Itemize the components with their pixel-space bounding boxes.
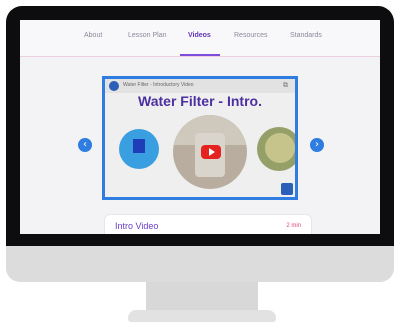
video-title[interactable]: Water Filter - Introductory Video <box>123 82 194 88</box>
next-arrow-icon[interactable]: › <box>310 138 324 152</box>
play-button-icon[interactable] <box>201 145 221 159</box>
tab-videos[interactable]: Videos <box>188 32 211 39</box>
thumbnail-right <box>257 127 295 171</box>
monitor-bezel: About Lesson Plan Videos Resources Stand… <box>6 6 394 246</box>
thumbnail-left <box>119 129 159 169</box>
top-nav: About Lesson Plan Videos Resources Stand… <box>20 20 380 57</box>
video-overlay-title: Water Filter - Intro. <box>138 93 262 109</box>
tab-standards[interactable]: Standards <box>290 32 322 39</box>
tab-about[interactable]: About <box>84 32 102 39</box>
channel-avatar[interactable] <box>109 81 119 91</box>
monitor-foot <box>128 310 276 322</box>
tab-lesson-plan[interactable]: Lesson Plan <box>128 32 167 39</box>
video-header: Water Filter - Introductory Video ⧉ <box>105 79 295 93</box>
monitor: About Lesson Plan Videos Resources Stand… <box>6 6 394 282</box>
monitor-neck <box>146 282 258 312</box>
prev-arrow-icon[interactable]: ‹ <box>78 138 92 152</box>
monitor-chin <box>6 246 394 282</box>
active-tab-indicator <box>180 54 220 56</box>
tab-resources[interactable]: Resources <box>234 32 267 39</box>
copy-link-icon[interactable]: ⧉ <box>283 81 288 90</box>
video-list-title: Intro Video <box>115 221 159 231</box>
channel-logo-icon <box>281 183 293 195</box>
screen: About Lesson Plan Videos Resources Stand… <box>20 20 380 234</box>
video-list-item[interactable]: Intro Video 2 min <box>104 214 312 234</box>
video-duration: 2 min <box>286 223 301 229</box>
video-player[interactable]: Water Filter - Introductory Video ⧉ Wate… <box>102 76 298 200</box>
